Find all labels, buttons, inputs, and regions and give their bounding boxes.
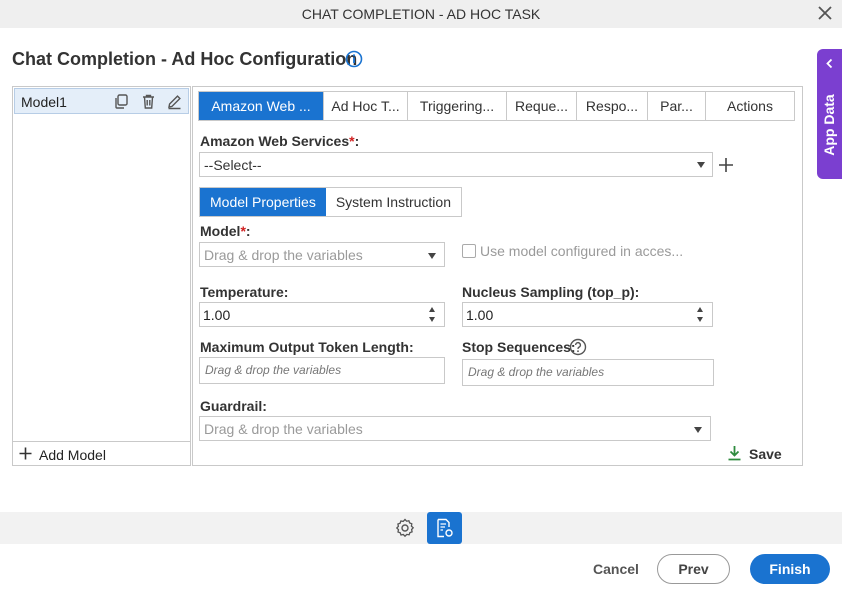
- add-model-label: Add Model: [39, 447, 106, 463]
- finish-button[interactable]: Finish: [750, 554, 830, 584]
- model-list-panel: Model1: [12, 86, 191, 466]
- add-model-button[interactable]: Add Model: [12, 441, 191, 466]
- aws-select-value: --Select--: [204, 157, 262, 173]
- tab-actions[interactable]: Actions: [706, 92, 794, 120]
- top-p-input[interactable]: 1.00: [462, 302, 713, 327]
- window-title: CHAT COMPLETION - AD HOC TASK: [301, 6, 541, 22]
- copy-icon[interactable]: [113, 93, 130, 110]
- cancel-button[interactable]: Cancel: [593, 561, 639, 577]
- model-select[interactable]: Drag & drop the variables: [199, 242, 445, 267]
- edit-icon[interactable]: [166, 93, 183, 110]
- form-view-button[interactable]: [427, 512, 462, 544]
- download-icon: [728, 446, 741, 461]
- tab-model-properties[interactable]: Model Properties: [200, 188, 326, 216]
- stop-sequences-placeholder: Drag & drop the variables: [468, 365, 605, 379]
- help-icon[interactable]: [569, 338, 587, 356]
- model-list-item[interactable]: Model1: [14, 88, 189, 114]
- use-model-checkbox[interactable]: [462, 244, 476, 258]
- chevron-left-icon: [826, 58, 833, 69]
- max-tokens-field[interactable]: Drag & drop the variables: [199, 357, 445, 384]
- tab-ad-hoc-task[interactable]: Ad Hoc T...: [324, 92, 408, 120]
- model-label: Model*:: [200, 223, 251, 239]
- spin-down-icon[interactable]: [697, 317, 703, 322]
- top-p-label: Nucleus Sampling (top_p):: [462, 284, 640, 300]
- model-name: Model1: [21, 94, 67, 110]
- prev-button[interactable]: Prev: [657, 554, 730, 584]
- chevron-down-icon: [697, 162, 705, 168]
- bottom-toolbar: [0, 512, 842, 544]
- max-tokens-label: Maximum Output Token Length:: [200, 339, 414, 355]
- temperature-value: 1.00: [203, 307, 231, 323]
- add-connection-icon[interactable]: [718, 157, 734, 173]
- save-label: Save: [749, 446, 782, 462]
- temperature-label: Temperature:: [200, 284, 289, 300]
- info-icon[interactable]: [345, 50, 363, 68]
- use-model-checkbox-label: Use model configured in acces...: [480, 243, 684, 259]
- spin-down-icon[interactable]: [429, 317, 435, 322]
- temperature-input[interactable]: 1.00: [199, 302, 445, 327]
- model-label-text: Model: [200, 223, 241, 239]
- config-tabs: Amazon Web ... Ad Hoc T... Triggering...…: [198, 91, 795, 121]
- page-title: Chat Completion - Ad Hoc Configuration: [12, 49, 358, 69]
- tab-response[interactable]: Respo...: [577, 92, 648, 120]
- tab-system-instruction[interactable]: System Instruction: [326, 188, 461, 216]
- chevron-down-icon: [694, 427, 702, 433]
- aws-select[interactable]: --Select--: [199, 152, 713, 177]
- tab-request[interactable]: Reque...: [507, 92, 577, 120]
- document-settings-icon: [437, 518, 453, 538]
- tab-parameters[interactable]: Par...: [648, 92, 706, 120]
- chevron-down-icon: [428, 253, 436, 259]
- title-bar: CHAT COMPLETION - AD HOC TASK: [0, 0, 842, 28]
- aws-label-suffix: :: [354, 133, 360, 149]
- tab-triggering[interactable]: Triggering...: [408, 92, 507, 120]
- tab-amazon-web-services[interactable]: Amazon Web ...: [199, 92, 324, 120]
- model-select-placeholder: Drag & drop the variables: [204, 247, 363, 263]
- app-data-label: App Data: [821, 94, 837, 156]
- top-p-value: 1.00: [466, 307, 494, 323]
- model-label-suffix: :: [245, 223, 251, 239]
- delete-icon[interactable]: [140, 93, 157, 110]
- guardrail-select[interactable]: Drag & drop the variables: [199, 416, 711, 441]
- guardrail-label: Guardrail:: [200, 398, 267, 414]
- spin-up-icon[interactable]: [697, 307, 703, 312]
- model-subtabs: Model Properties System Instruction: [199, 187, 462, 217]
- close-icon[interactable]: [815, 3, 835, 23]
- stop-sequences-field[interactable]: Drag & drop the variables: [462, 359, 714, 386]
- aws-label: Amazon Web Services*:: [200, 133, 359, 149]
- gear-icon[interactable]: [395, 518, 415, 538]
- plus-icon: [19, 447, 32, 460]
- guardrail-select-placeholder: Drag & drop the variables: [204, 421, 363, 437]
- spin-up-icon[interactable]: [429, 307, 435, 312]
- max-tokens-placeholder: Drag & drop the variables: [205, 363, 342, 377]
- stop-sequences-label: Stop Sequences:: [462, 339, 576, 355]
- aws-label-text: Amazon Web Services: [200, 133, 350, 149]
- app-data-tab[interactable]: App Data: [817, 49, 842, 179]
